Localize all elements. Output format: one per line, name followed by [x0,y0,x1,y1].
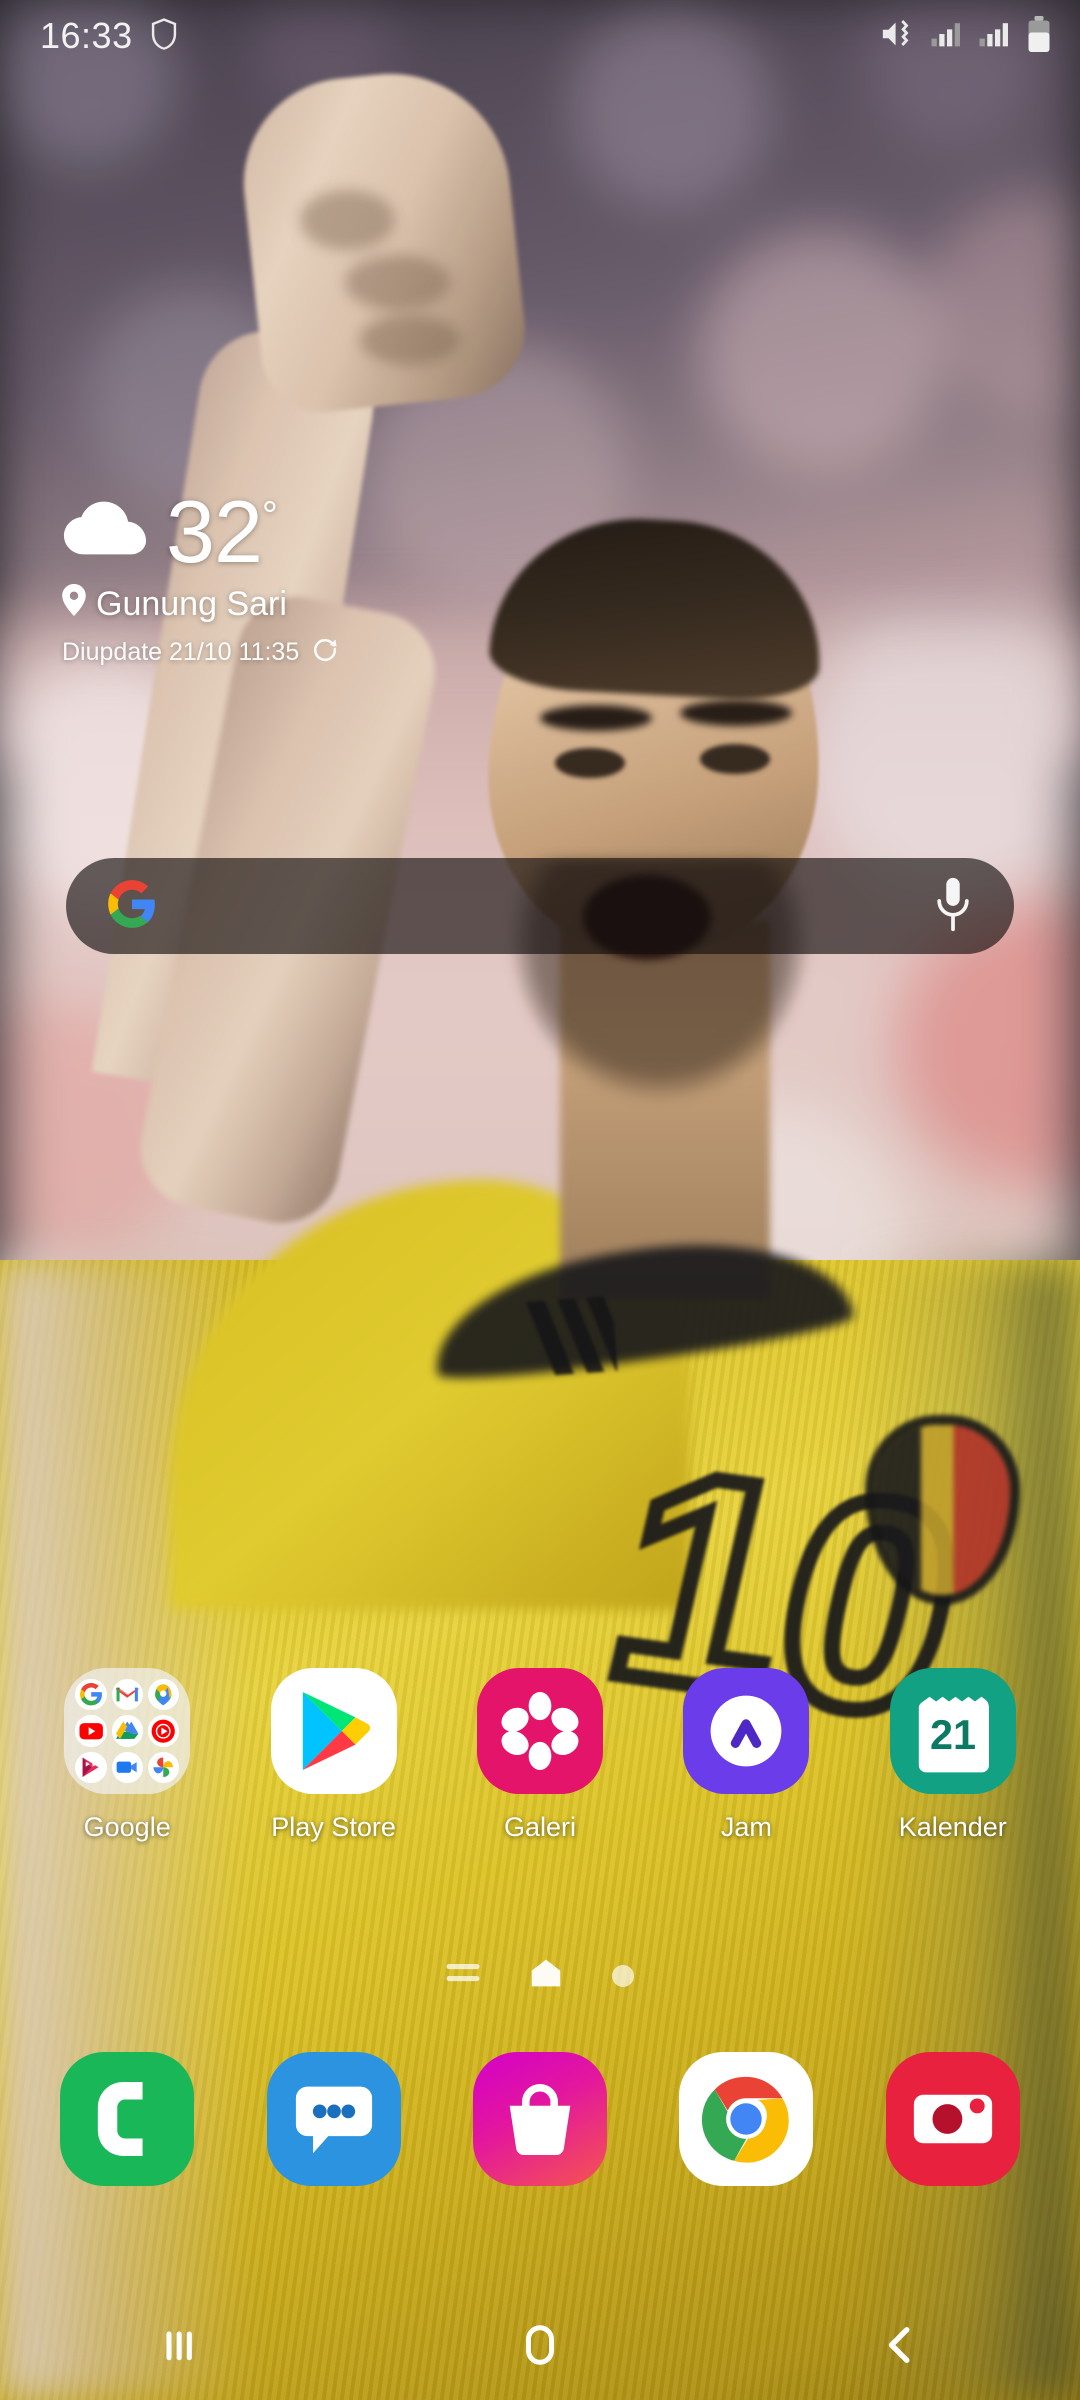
weather-updated-text: Diupdate 21/10 11:35 [62,637,300,666]
youtube-music-icon [147,1715,180,1747]
page-indicator [0,1958,1080,1993]
weather-widget[interactable]: 32° Gunung Sari Diupdate 21/10 11:35 [62,488,339,670]
home-page-icon[interactable] [530,1958,562,1993]
back-icon[interactable] [810,2290,990,2400]
camera-icon[interactable] [885,2052,1020,2186]
app-label: Play Store [271,1812,396,1842]
microphone-icon[interactable] [932,876,974,937]
dock-item-phone[interactable] [39,2052,215,2186]
app-label: Kalender [898,1812,1007,1842]
shield-icon [149,17,179,56]
weather-location-name: Gunung Sari [96,584,287,623]
play-store-icon[interactable] [270,1668,397,1794]
calendar-date-text: 21 [930,1712,976,1758]
app-label: Jam [720,1812,772,1842]
navigation-bar [0,2290,1080,2400]
messages-icon[interactable] [266,2052,401,2186]
home-icon[interactable] [450,2290,630,2400]
location-pin-icon [62,583,86,625]
photos-icon [147,1751,180,1783]
weather-main-row: 32° [62,488,339,576]
weather-degree-symbol: ° [261,494,278,538]
status-bar-right [878,15,1052,57]
recents-icon[interactable] [90,2290,270,2400]
meet-icon [111,1751,143,1783]
menu-lines-icon[interactable] [446,1961,480,1990]
dock-item-messages[interactable] [246,2052,422,2186]
app-jam[interactable]: Jam [658,1668,834,1843]
wallpaper: 10 [0,0,1080,2400]
status-bar-left: 16:33 [40,15,179,57]
page-dot[interactable] [612,1964,634,1987]
google-icon [75,1679,107,1711]
weather-updated-row: Diupdate 21/10 11:35 [62,635,339,670]
app-play-store[interactable]: Play Store [246,1668,422,1843]
refresh-icon[interactable] [311,635,339,670]
clock-icon[interactable] [683,1668,810,1794]
weather-location-row: Gunung Sari [62,583,339,625]
play-movies-icon [75,1751,107,1783]
wallpaper-dim-overlay [0,0,1080,2400]
app-label: Galeri [503,1812,576,1842]
app-galeri[interactable]: Galeri [452,1668,628,1843]
folder-icon[interactable] [64,1668,191,1794]
status-bar[interactable]: 16:33 [0,0,1080,72]
dock-item-chrome[interactable] [658,2052,834,2186]
sound-mute-vibrate-icon [878,17,916,56]
weather-temperature: 32° [166,488,278,576]
signal-sim1-icon [930,19,964,54]
maps-icon [147,1679,180,1711]
google-g-icon[interactable] [106,878,158,935]
shopping-bag-icon[interactable] [472,2052,607,2186]
app-kalender[interactable]: 21 Kalender [865,1668,1041,1843]
gallery-flower-icon[interactable] [476,1668,603,1794]
chrome-icon[interactable] [679,2052,814,2186]
calendar-icon[interactable]: 21 [889,1668,1016,1794]
status-bar-clock: 16:33 [40,15,133,56]
app-grid: Google Play Store Galeri Jam 21 Kalender [0,1668,1080,1843]
google-search-bar[interactable] [66,858,1014,954]
battery-icon [1026,15,1052,57]
signal-sim2-icon [978,19,1012,54]
weather-temperature-value: 32 [166,482,263,581]
app-label: Google [83,1812,171,1842]
dock-item-galaxy-store[interactable] [452,2052,628,2186]
youtube-icon [75,1715,107,1747]
gmail-icon [111,1679,143,1711]
app-folder-google[interactable]: Google [39,1668,215,1843]
dock-item-camera[interactable] [865,2052,1041,2186]
folder-preview-grid [75,1679,180,1783]
drive-icon [111,1715,143,1747]
cloud-icon [62,498,148,565]
phone-icon[interactable] [60,2052,195,2186]
dock [0,2052,1080,2186]
